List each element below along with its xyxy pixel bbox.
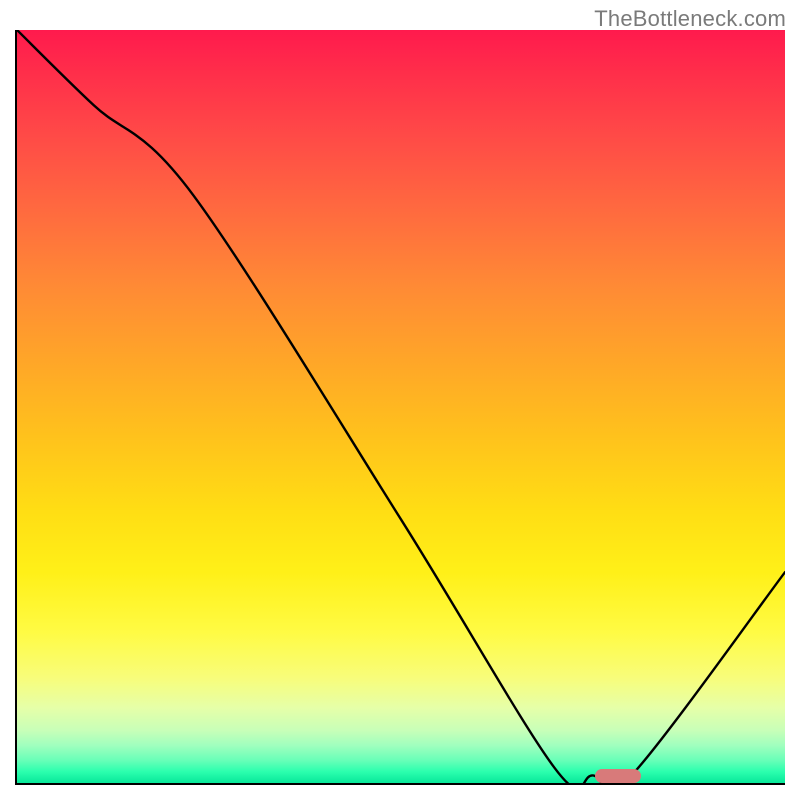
watermark-text: TheBottleneck.com <box>594 6 786 32</box>
plot-area <box>15 30 785 785</box>
optimal-marker <box>595 769 641 783</box>
bottleneck-line <box>17 30 785 783</box>
chart-container: TheBottleneck.com <box>0 0 800 800</box>
